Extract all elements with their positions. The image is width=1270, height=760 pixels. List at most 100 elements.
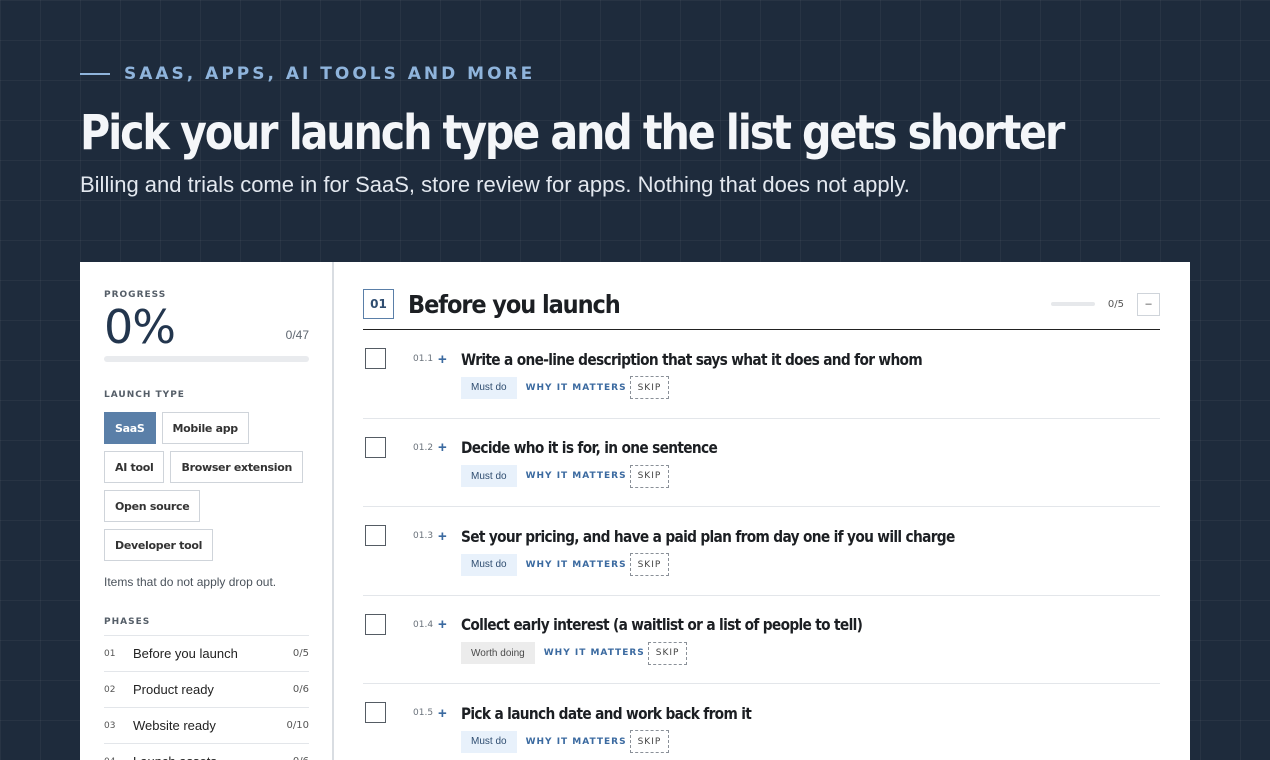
item-tags: Must do WHY IT MATTERS SKIP bbox=[461, 464, 759, 488]
launch-type-chip-open-source[interactable]: Open source bbox=[104, 490, 201, 522]
item-title: Set your pricing, and have a paid plan f… bbox=[461, 526, 955, 546]
why-it-matters-link[interactable]: WHY IT MATTERS bbox=[526, 471, 627, 481]
item-header: 01.2 + Decide who it is for, in one senten… bbox=[413, 437, 759, 459]
collapse-section-button[interactable]: – bbox=[1137, 292, 1160, 316]
launch-type-chips: SaaS Mobile app AI tool Browser extension Op… bbox=[104, 412, 309, 561]
priority-tag: Worth doing bbox=[461, 642, 535, 664]
phase-item[interactable]: 04Launch assets0/6 bbox=[104, 743, 309, 760]
item-tags: Must do WHY IT MATTERS SKIP bbox=[461, 376, 997, 399]
checklist-panel: PROGRESS 0% 0/47 LAUNCH TYPE SaaS Mobile … bbox=[80, 262, 1190, 760]
item-body: 01.2 + Decide who it is for, in one senten… bbox=[413, 437, 759, 507]
why-it-matters-link[interactable]: WHY IT MATTERS bbox=[526, 737, 627, 747]
item-header: 01.4 + Collect early interest (a waitlist … bbox=[413, 614, 928, 636]
why-it-matters-link[interactable]: WHY IT MATTERS bbox=[544, 648, 645, 658]
phase-number: 03 bbox=[104, 720, 116, 731]
phase-item[interactable]: 03 Website ready 0/10 bbox=[104, 707, 309, 743]
launch-type-chip-mobile-app[interactable]: Mobile app bbox=[161, 412, 249, 444]
section-progress-bar bbox=[1050, 302, 1095, 306]
launch-type-chip-ai-tool[interactable]: AI tool bbox=[104, 451, 165, 483]
checklist-item: 01.4 + Collect early interest (a waitlist … bbox=[363, 596, 1160, 684]
skip-button[interactable]: SKIP bbox=[647, 641, 688, 665]
item-title: Write a one-line description that says w… bbox=[461, 349, 923, 369]
item-tags: Must do WHY IT MATTERS SKIP bbox=[461, 553, 1035, 576]
launch-type-chip-browser-extension[interactable]: Browser extension bbox=[170, 451, 303, 483]
item-checkbox[interactable] bbox=[365, 702, 386, 723]
item-title: Pick a launch date and work back from it bbox=[461, 703, 752, 723]
plus-icon[interactable]: + bbox=[438, 351, 461, 368]
item-header: 01.3 + Set your pricing, and have a paid p… bbox=[413, 525, 1035, 547]
phases-label: PHASES bbox=[104, 617, 151, 627]
launch-type-chip-developer-tool[interactable]: Developer tool bbox=[104, 529, 214, 561]
phase-name: Product ready bbox=[133, 682, 214, 697]
launch-type-note: Items that do not apply drop out. bbox=[104, 575, 277, 589]
section-number: 01 bbox=[363, 289, 394, 319]
priority-tag: Must do bbox=[461, 376, 517, 399]
hero-title: Pick your launch type and the list gets … bbox=[80, 105, 1065, 161]
section-count: 0/5 bbox=[1107, 298, 1124, 310]
eyebrow-line bbox=[80, 73, 110, 75]
eyebrow-text: SAAS, APPS, AI TOOLS AND MORE bbox=[124, 64, 536, 84]
main-content: 01 Before you launch 0/5 – 01.1 + Write a … bbox=[334, 262, 1190, 760]
eyebrow: SAAS, APPS, AI TOOLS AND MORE bbox=[80, 60, 1190, 88]
plus-icon[interactable]: + bbox=[438, 705, 461, 722]
item-title: Decide who it is for, in one sentence bbox=[461, 438, 718, 457]
phase-name: Before you launch bbox=[133, 646, 238, 661]
hero-subtitle: Billing and trials come in for SaaS, sto… bbox=[80, 172, 910, 197]
hero: SAAS, APPS, AI TOOLS AND MORE Pick your … bbox=[80, 60, 1190, 198]
item-number: 01.4 bbox=[413, 619, 434, 630]
skip-button[interactable]: SKIP bbox=[629, 464, 670, 488]
why-it-matters-link[interactable]: WHY IT MATTERS bbox=[526, 383, 627, 393]
phase-count: 0/6 bbox=[292, 684, 309, 695]
section-title: Before you launch bbox=[408, 289, 621, 319]
item-tags: Worth doing WHY IT MATTERS SKIP bbox=[461, 641, 928, 665]
item-body: 01.1 + Write a one-line description that s… bbox=[413, 348, 997, 418]
item-header: 01.5 + Pick a launch date and work back fr… bbox=[413, 702, 798, 724]
phase-count: 0/10 bbox=[286, 720, 309, 731]
progress-count: 0/47 bbox=[285, 328, 309, 342]
item-body: 01.4 + Collect early interest (a waitlist … bbox=[413, 614, 928, 684]
checklist-item: 01.5 + Pick a launch date and work back fr… bbox=[363, 684, 1160, 760]
phase-item[interactable]: 01 Before you launch 0/5 bbox=[104, 635, 309, 671]
launch-type-label: LAUNCH TYPE bbox=[104, 390, 185, 400]
launch-type-chip-saas[interactable]: SaaS bbox=[104, 412, 156, 444]
phase-number: 02 bbox=[104, 684, 116, 695]
progress-percent: 0% bbox=[104, 300, 176, 354]
item-checkbox[interactable] bbox=[365, 436, 386, 458]
why-it-matters-link[interactable]: WHY IT MATTERS bbox=[526, 560, 627, 570]
checklist-item: 01.3 + Set your pricing, and have a paid p… bbox=[363, 507, 1160, 596]
phase-count: 0/5 bbox=[292, 648, 309, 659]
phase-name: Website ready bbox=[133, 718, 216, 733]
priority-tag: Must do bbox=[461, 730, 517, 753]
item-body: 01.5 + Pick a launch date and work back fr… bbox=[413, 702, 798, 760]
item-checkbox[interactable] bbox=[365, 348, 386, 369]
plus-icon[interactable]: + bbox=[438, 616, 461, 633]
checklist-items: 01.1 + Write a one-line description that s… bbox=[363, 330, 1160, 760]
item-checkbox[interactable] bbox=[365, 525, 386, 546]
plus-icon[interactable]: + bbox=[438, 528, 461, 545]
checklist-item: 01.2 + Decide who it is for, in one senten… bbox=[363, 419, 1160, 507]
phases-list: 01 Before you launch 0/5 02 Product ready 0/6… bbox=[104, 635, 309, 760]
skip-button[interactable]: SKIP bbox=[629, 376, 670, 399]
skip-button[interactable]: SKIP bbox=[629, 730, 670, 753]
minus-icon: – bbox=[1145, 298, 1152, 310]
checklist-item: 01.1 + Write a one-line description that s… bbox=[363, 330, 1160, 419]
priority-tag: Must do bbox=[461, 553, 517, 576]
plus-icon[interactable]: + bbox=[438, 439, 461, 456]
phase-item[interactable]: 02 Product ready 0/6 bbox=[104, 671, 309, 707]
progress-bar bbox=[104, 356, 309, 362]
progress-row: 0% 0/47 bbox=[104, 302, 309, 352]
phase-number: 04 bbox=[104, 757, 133, 760]
item-number: 01.5 bbox=[413, 708, 434, 718]
item-number: 01.2 bbox=[413, 442, 434, 453]
item-checkbox[interactable] bbox=[365, 613, 386, 635]
progress-label: PROGRESS bbox=[104, 290, 167, 300]
sidebar: PROGRESS 0% 0/47 LAUNCH TYPE SaaS Mobile … bbox=[80, 262, 334, 760]
item-number: 01.3 bbox=[413, 531, 434, 541]
section-header: 01 Before you launch 0/5 – bbox=[363, 289, 1160, 319]
item-body: 01.3 + Set your pricing, and have a paid p… bbox=[413, 525, 1035, 595]
item-title: Collect early interest (a waitlist or a … bbox=[461, 615, 863, 634]
phase-number: 01 bbox=[104, 648, 116, 659]
skip-button[interactable]: SKIP bbox=[629, 553, 670, 576]
phase-count: 0/6 bbox=[293, 756, 309, 760]
priority-tag: Must do bbox=[461, 465, 517, 487]
